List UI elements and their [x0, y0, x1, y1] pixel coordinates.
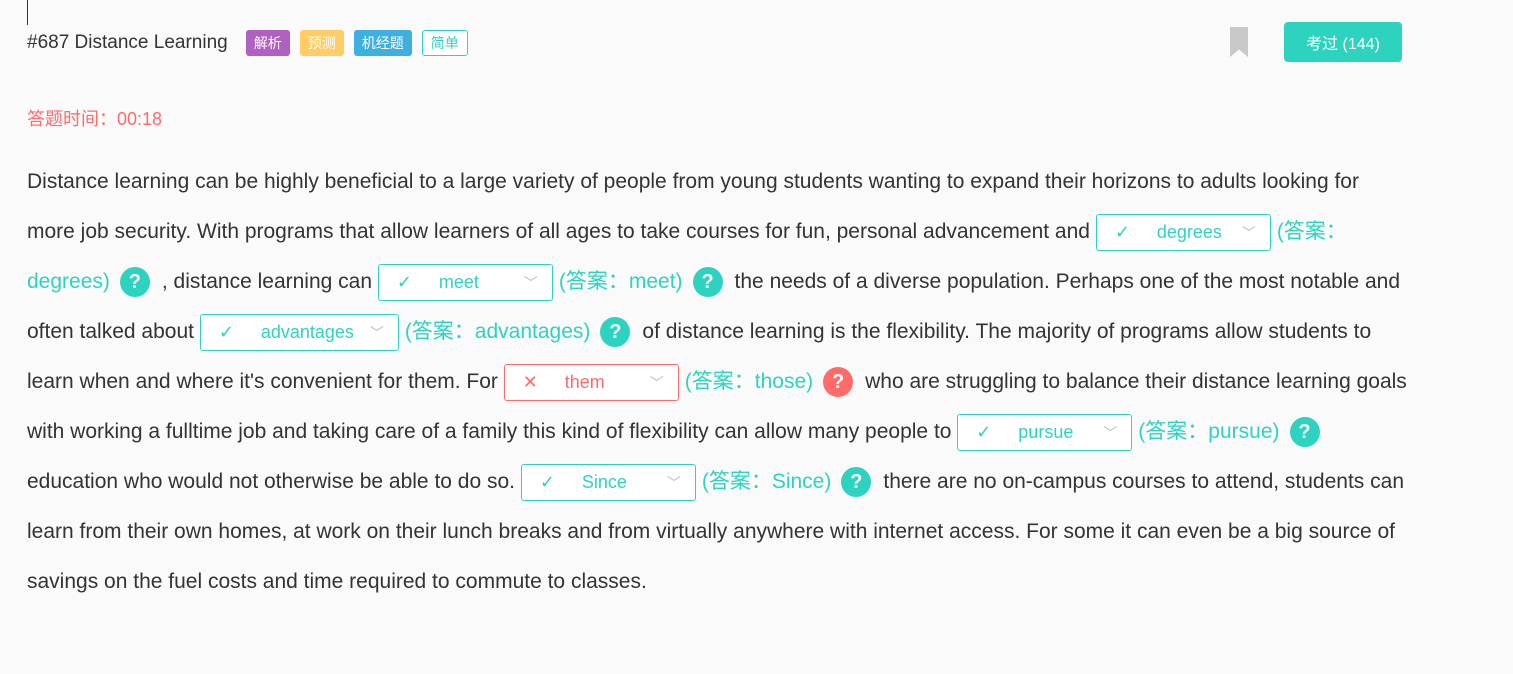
chevron-down-icon: ﹀ — [649, 374, 664, 391]
tag-prediction[interactable]: 预测 — [299, 30, 344, 56]
cross-icon: ✕ — [522, 371, 538, 392]
passage-text: , distance learning can — [161, 270, 378, 293]
help-icon[interactable]: ? — [1289, 417, 1320, 448]
help-icon[interactable]: ? — [119, 267, 150, 298]
correct-answer: (答案：meet) — [558, 270, 683, 293]
help-icon[interactable]: ? — [823, 367, 854, 398]
answer-dropdown[interactable]: ✓ meet ﹀ — [377, 263, 553, 301]
correct-answer: (答案：those) — [684, 370, 814, 393]
tag-difficulty[interactable]: 简单 — [421, 30, 468, 56]
check-icon: ✓ — [976, 421, 992, 442]
answer-dropdown[interactable]: ✓ Since ﹀ — [520, 463, 696, 501]
question-header: #687 Distance Learning 解析 预测 机经题 简单 — [27, 30, 478, 56]
answer-dropdown[interactable]: ✓ advantages ﹀ — [199, 313, 399, 351]
bookmark-icon[interactable] — [1230, 27, 1248, 57]
check-icon: ✓ — [218, 321, 234, 342]
help-icon[interactable]: ? — [600, 317, 631, 348]
selected-value: them — [564, 371, 605, 392]
question-title: #687 Distance Learning — [27, 32, 228, 53]
passed-button[interactable]: 考过 (144) — [1284, 22, 1402, 62]
correct-answer: (答案：Since) — [701, 470, 832, 493]
correct-answer: (答案：advantages) — [404, 320, 591, 343]
help-icon[interactable]: ? — [841, 467, 872, 498]
tag-analysis[interactable]: 解析 — [245, 30, 290, 56]
answer-dropdown[interactable]: ✓ degrees ﹀ — [1095, 213, 1271, 251]
check-icon: ✓ — [1114, 221, 1130, 242]
correct-answer: (答案：pursue) — [1138, 420, 1280, 443]
answer-dropdown[interactable]: ✓ pursue ﹀ — [957, 413, 1133, 451]
chevron-down-icon: ﹀ — [1241, 224, 1256, 241]
chevron-down-icon: ﹀ — [523, 274, 538, 291]
check-icon: ✓ — [539, 471, 555, 492]
tag-recall[interactable]: 机经题 — [353, 30, 412, 56]
check-icon: ✓ — [396, 271, 412, 292]
selected-value: advantages — [260, 321, 354, 342]
chevron-down-icon: ﹀ — [1103, 424, 1118, 441]
selected-value: meet — [438, 271, 479, 292]
chevron-down-icon: ﹀ — [369, 324, 384, 341]
passage: Distance learning can be highly benefici… — [27, 157, 1412, 607]
answer-dropdown[interactable]: ✕ them ﹀ — [503, 363, 679, 401]
passage-text: education who would not otherwise be abl… — [27, 470, 521, 493]
text-cursor — [27, 0, 28, 25]
selected-value: pursue — [1018, 421, 1074, 442]
selected-value: Since — [581, 471, 627, 492]
chevron-down-icon: ﹀ — [666, 474, 681, 491]
help-icon[interactable]: ? — [692, 267, 723, 298]
selected-value: degrees — [1156, 221, 1222, 242]
answer-timer: 答题时间：00:18 — [27, 109, 163, 129]
